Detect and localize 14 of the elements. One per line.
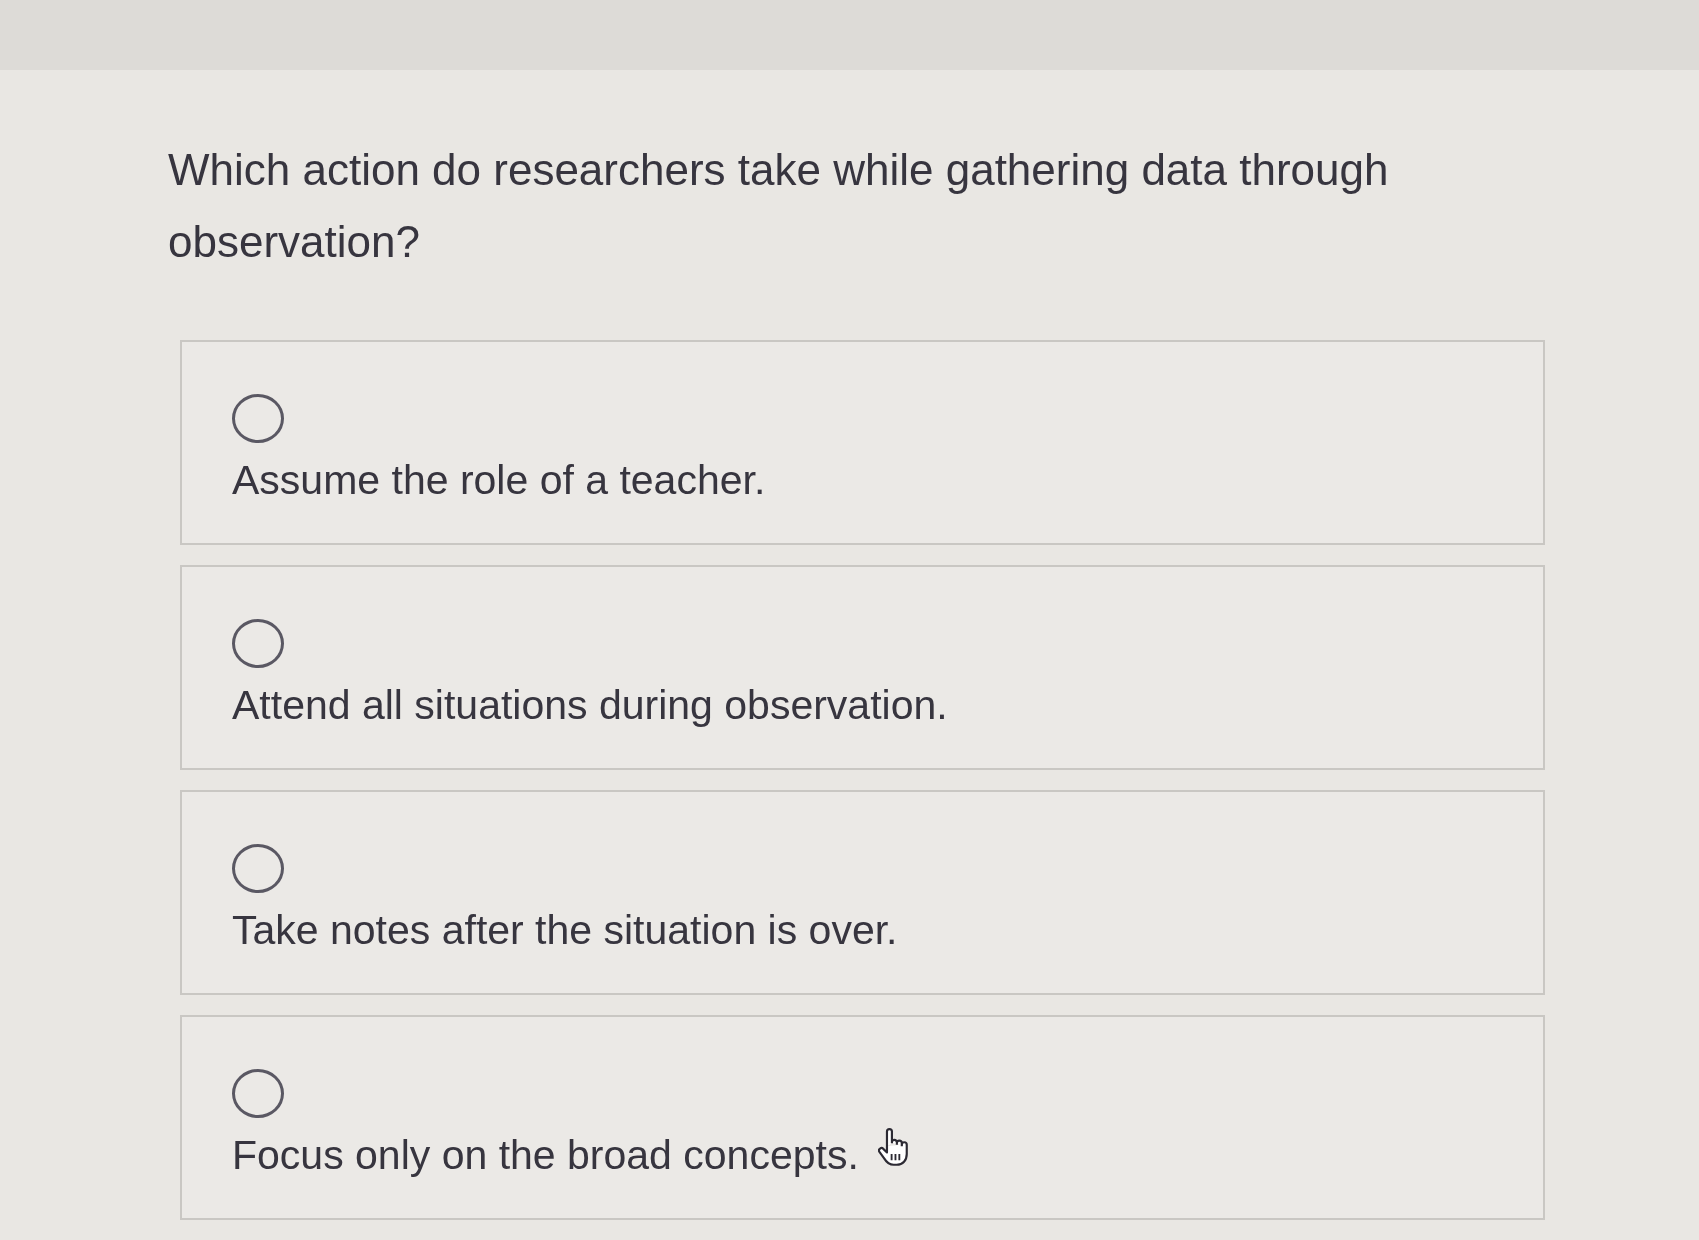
- answer-option[interactable]: Take notes after the situation is over.: [180, 790, 1545, 995]
- option-label: Attend all situations during observation.: [232, 681, 948, 730]
- answer-option[interactable]: Attend all situations during observation.: [180, 565, 1545, 770]
- answer-option[interactable]: Focus only on the broad concepts.: [180, 1015, 1545, 1220]
- radio-button[interactable]: [232, 844, 284, 893]
- radio-button[interactable]: [232, 1069, 284, 1118]
- radio-button[interactable]: [232, 394, 284, 443]
- answer-option[interactable]: Assume the role of a teacher.: [180, 340, 1545, 545]
- radio-button[interactable]: [232, 619, 284, 668]
- option-label: Take notes after the situation is over.: [232, 906, 898, 955]
- option-label: Assume the role of a teacher.: [232, 456, 766, 505]
- option-label: Focus only on the broad concepts.: [232, 1131, 859, 1180]
- hand-cursor-icon: [878, 1128, 908, 1166]
- question-text: Which action do researchers take while gathering data through observation?: [168, 144, 1390, 268]
